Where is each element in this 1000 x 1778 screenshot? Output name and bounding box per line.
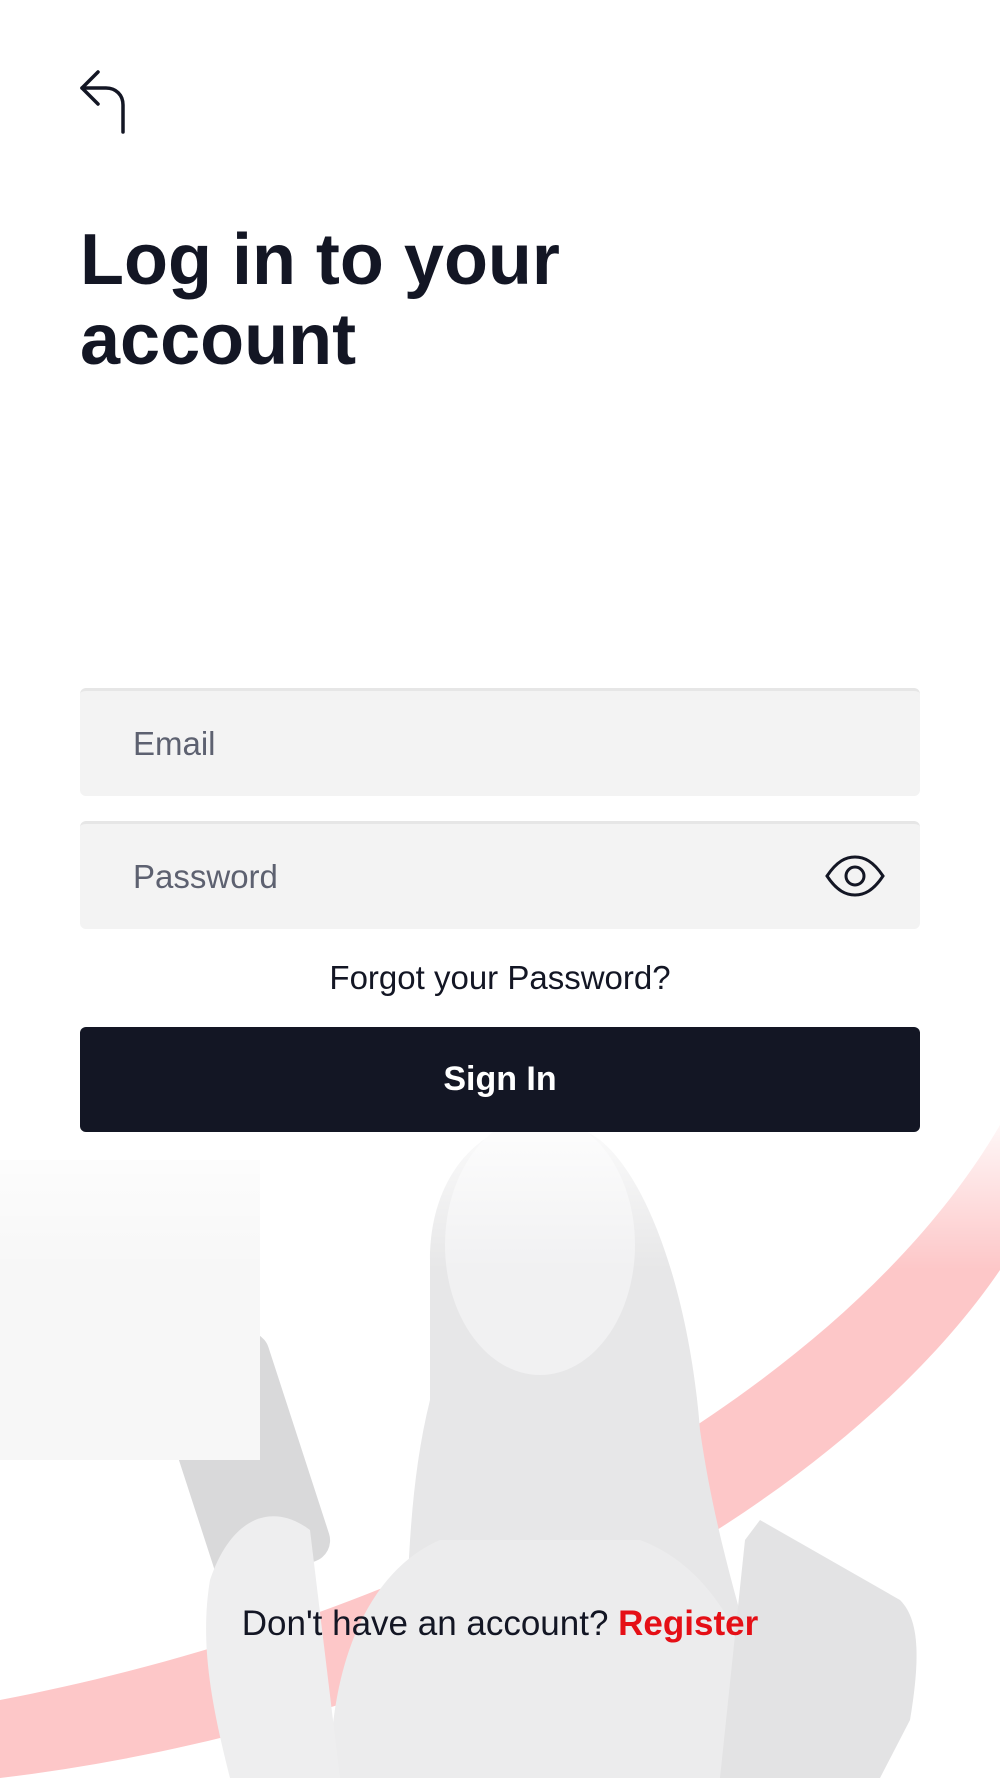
- page-title: Log in to your account: [80, 220, 560, 380]
- back-button[interactable]: [70, 62, 130, 138]
- password-input[interactable]: [80, 824, 920, 929]
- login-screen: Log in to your account Forgot your Passw…: [0, 0, 1000, 1778]
- email-input[interactable]: [80, 691, 920, 796]
- background-illustration: [0, 1100, 1000, 1778]
- eye-icon: [825, 855, 885, 897]
- register-link[interactable]: Register: [618, 1604, 758, 1643]
- register-prompt-text: Don't have an account?: [241, 1604, 619, 1643]
- back-arrow-icon: [80, 70, 125, 134]
- password-field-container: [80, 821, 920, 929]
- sign-in-button[interactable]: Sign In: [80, 1027, 920, 1132]
- register-prompt: Don't have an account? Register: [0, 1602, 1000, 1646]
- forgot-password-link[interactable]: Forgot your Password?: [80, 956, 920, 1000]
- email-field-container: [80, 688, 920, 796]
- show-password-toggle[interactable]: [824, 854, 886, 898]
